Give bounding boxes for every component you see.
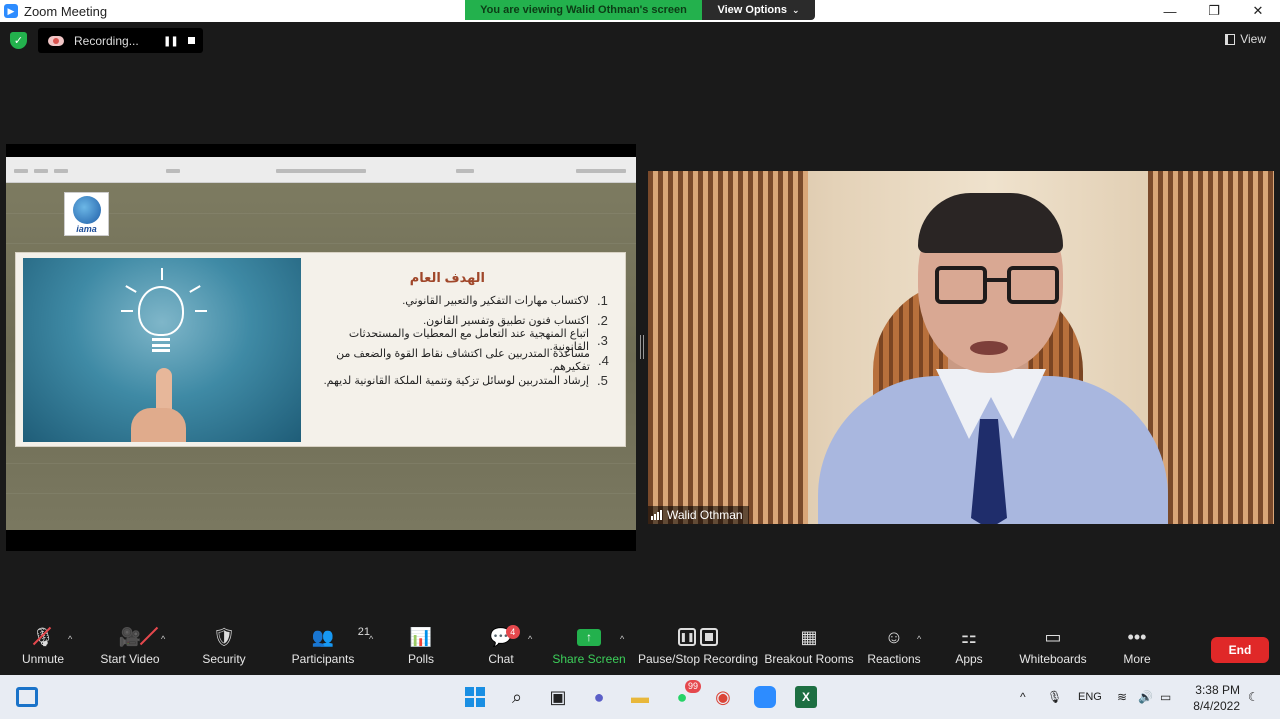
view-layout-icon — [1225, 33, 1236, 45]
view-options-label: View Options — [717, 4, 787, 16]
windows-taskbar: ⌕ ▣ ● ▬ ● 99 ◉ X ^ 🎙 ENG ≋ 🔊 ▭ 3:38 PM 8/… — [0, 675, 1280, 719]
pause-stop-recording-button[interactable]: ❚❚ Pause/Stop Recording — [638, 622, 758, 674]
split-resize-handle[interactable] — [640, 335, 644, 359]
zoom-meeting-window: ▶ Zoom Meeting — ❐ ✕ You are viewing Wal… — [0, 0, 1280, 719]
list-item: 5. إرشاد المتدربين لوسائل تزكية وتنمية ال… — [323, 372, 608, 388]
whatsapp-icon[interactable]: ● 99 — [669, 680, 701, 710]
window-title: Zoom Meeting — [24, 3, 108, 19]
wifi-icon[interactable]: ≋ — [1117, 675, 1127, 719]
chevron-down-icon: ⌄ — [791, 4, 800, 15]
view-label: View — [1240, 32, 1266, 46]
presentation-slide: iama الهدف العام 1. لاكتساب مهارات التفكي… — [6, 183, 636, 530]
windows-start-icon[interactable] — [462, 684, 488, 710]
close-button[interactable]: ✕ — [1236, 0, 1280, 22]
participant-name: Walid Othman — [667, 508, 743, 522]
input-language[interactable]: ENG — [1078, 675, 1102, 719]
participant-video-tile[interactable] — [648, 171, 1274, 524]
share-screen-icon: ↑ — [577, 628, 601, 646]
security-button[interactable]: 🛡 Security — [200, 622, 248, 674]
microphone-icon[interactable]: 🎙 — [1047, 675, 1062, 719]
more-dots-icon: ••• — [1127, 626, 1147, 647]
recording-label: Recording... — [74, 33, 139, 48]
view-button[interactable]: View — [1225, 32, 1266, 46]
apps-icon: ⚏ — [960, 626, 978, 647]
pause-icon: ❚❚ — [678, 628, 696, 646]
chat-unread-badge: 4 — [505, 625, 520, 639]
signal-strength-icon — [651, 510, 662, 520]
meeting-toolbar: 🎙 Unmute ^ 🎥 Start Video ^ 🛡 Security 👥 2… — [0, 622, 1280, 674]
shared-screen[interactable]: iama الهدف العام 1. لاكتساب مهارات التفكي… — [6, 144, 636, 551]
volume-icon[interactable]: 🔊 — [1138, 675, 1153, 719]
view-options-button[interactable]: View Options ⌄ — [702, 0, 815, 20]
list-item: 4. مساعدة المتدربين على اكتشاف نقاط القوة… — [336, 348, 609, 373]
iama-logo: iama — [64, 192, 109, 236]
chrome-icon[interactable]: ◉ — [710, 684, 736, 710]
globe-icon — [73, 196, 101, 224]
smiley-add-icon: ☺ — [884, 626, 904, 647]
cloud-recording-icon — [48, 35, 64, 46]
share-options-caret-icon[interactable]: ^ — [620, 634, 624, 644]
slide-title: الهدف العام — [409, 270, 485, 285]
show-hidden-icons-caret-icon[interactable]: ^ — [1020, 675, 1026, 719]
pause-recording-icon[interactable]: ❚❚ — [163, 36, 179, 47]
file-explorer-icon[interactable]: ▬ — [627, 684, 653, 710]
reactions-options-caret-icon[interactable]: ^ — [917, 634, 921, 644]
zoom-taskbar-icon[interactable] — [752, 684, 778, 710]
whatsapp-badge: 99 — [684, 680, 701, 693]
notifications-moon-icon[interactable]: ☾ — [1248, 675, 1259, 719]
zoom-logo-icon: ▶ — [4, 4, 18, 18]
breakout-rooms-icon: ▦ — [800, 626, 818, 647]
shared-app-toolbar — [6, 157, 636, 183]
video-camera-off-icon: 🎥 — [118, 626, 142, 647]
recording-indicator: Recording... ❚❚ — [38, 28, 203, 53]
whiteboard-icon: ▭ — [1044, 626, 1062, 647]
logo-text: iama — [76, 224, 97, 234]
chat-button[interactable]: 💬 4 Chat — [486, 622, 520, 674]
search-icon[interactable]: ⌕ — [504, 684, 530, 710]
slide-content-panel: الهدف العام 1. لاكتساب مهارات التفكير وال… — [16, 253, 625, 446]
stop-recording-icon[interactable] — [188, 37, 195, 44]
start-video-button[interactable]: 🎥 Start Video — [100, 622, 160, 674]
participants-icon: 👥 — [311, 626, 335, 647]
share-screen-button[interactable]: ↑ Share Screen — [552, 622, 626, 674]
whiteboards-button[interactable]: ▭ Whiteboards — [1019, 622, 1086, 674]
slide-objectives-list: 1. لاكتساب مهارات التفكير والتعبير القانو… — [307, 290, 617, 390]
lightbulb-image — [23, 258, 301, 442]
lightbulb-icon — [138, 286, 184, 336]
chat-options-caret-icon[interactable]: ^ — [528, 634, 532, 644]
more-button[interactable]: ••• More — [1122, 622, 1152, 674]
apps-button[interactable]: ⚏ Apps — [955, 622, 983, 674]
clock-time: 3:38 PM — [1195, 683, 1240, 697]
list-item: 1. لاكتساب مهارات التفكير والتعبير القانو… — [402, 292, 608, 308]
task-view-icon[interactable]: ▣ — [545, 684, 571, 710]
viewing-banner: You are viewing Walid Othman's screen Vi… — [465, 0, 815, 20]
polls-button[interactable]: 📊 Polls — [406, 622, 436, 674]
viewing-label: You are viewing Walid Othman's screen — [465, 0, 702, 20]
reactions-button[interactable]: ☺ Reactions — [867, 622, 920, 674]
clock-date: 8/4/2022 — [1193, 699, 1240, 713]
encryption-shield-icon[interactable]: ✓ — [10, 32, 27, 49]
shield-icon: 🛡 — [212, 626, 236, 647]
participants-options-caret-icon[interactable]: ^ — [369, 634, 373, 644]
audio-options-caret-icon[interactable]: ^ — [68, 634, 72, 644]
end-meeting-button[interactable]: End — [1211, 637, 1269, 663]
participant-name-tag: Walid Othman — [648, 506, 749, 524]
stop-icon — [700, 628, 718, 646]
restore-button[interactable]: ❐ — [1192, 0, 1236, 22]
widgets-icon[interactable] — [14, 684, 40, 710]
video-options-caret-icon[interactable]: ^ — [161, 634, 165, 644]
window-controls: — ❐ ✕ — [1148, 0, 1280, 22]
unmute-button[interactable]: 🎙 Unmute — [20, 622, 66, 674]
taskbar-clock[interactable]: 3:38 PM 8/4/2022 — [1193, 682, 1240, 714]
battery-icon[interactable]: ▭ — [1160, 675, 1171, 719]
breakout-rooms-button[interactable]: ▦ Breakout Rooms — [764, 622, 853, 674]
minimize-button[interactable]: — — [1148, 0, 1192, 22]
teams-chat-icon[interactable]: ● — [586, 684, 612, 710]
excel-icon[interactable]: X — [793, 684, 819, 710]
participants-button[interactable]: 👥 21 Participants — [292, 622, 370, 674]
hand — [131, 408, 186, 442]
bar-chart-icon: 📊 — [409, 626, 433, 647]
